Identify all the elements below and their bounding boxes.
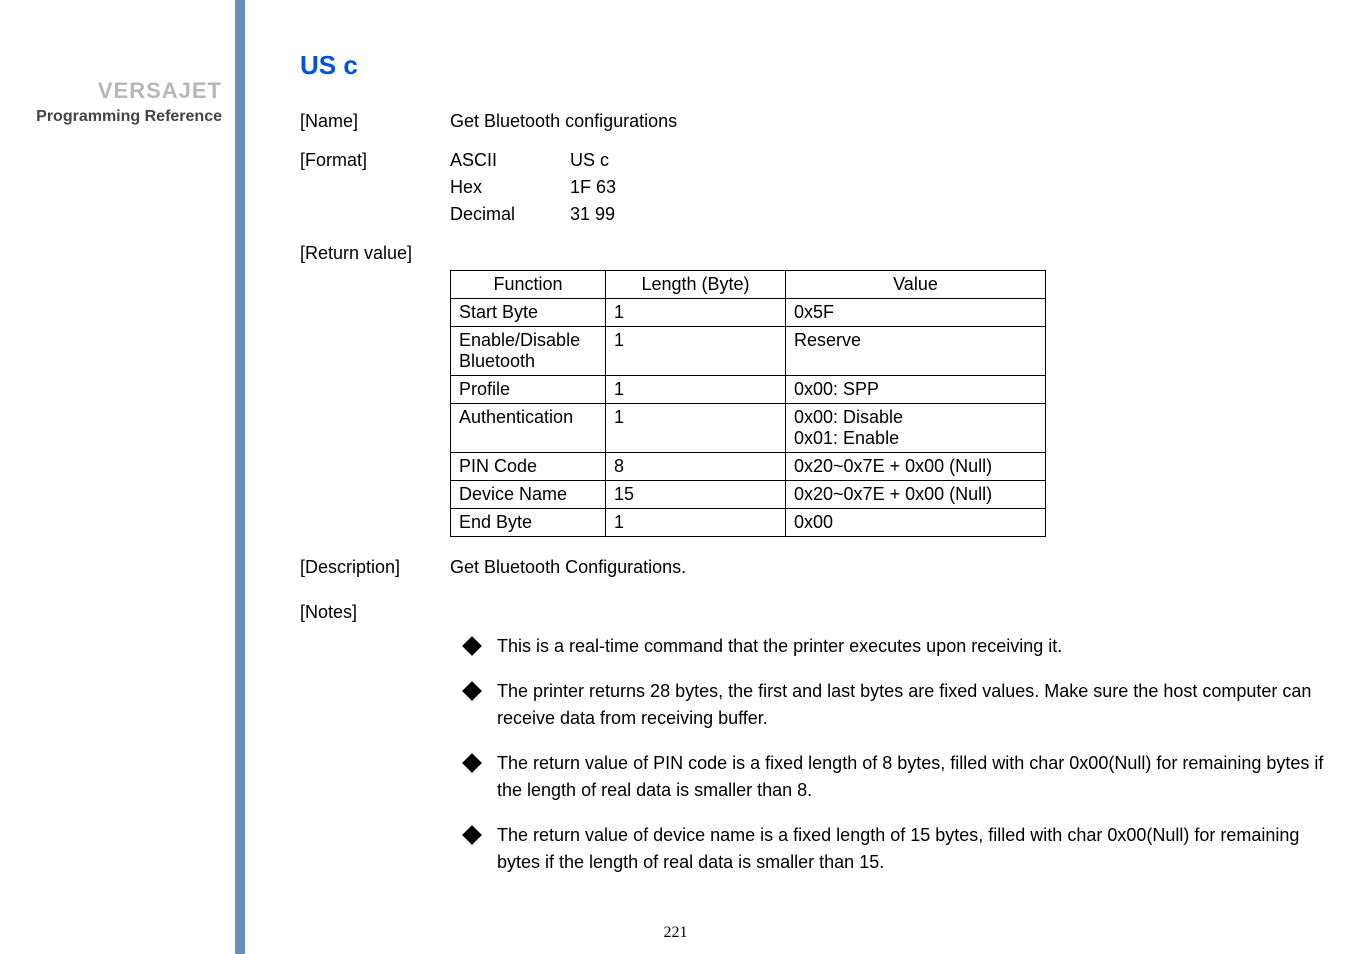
list-item: The return value of device name is a fix… [465,822,1330,876]
sidebar-stripe [235,0,245,954]
return-value-label-row: [Return value] [300,243,1330,264]
table-row: End Byte 1 0x00 [451,509,1046,537]
cell-func: Device Name [451,481,606,509]
return-value-label: [Return value] [300,243,450,264]
table-row: Authentication 1 0x00: Disable 0x01: Ena… [451,404,1046,453]
cell-val: 0x00 [786,509,1046,537]
description-row: [Description] Get Bluetooth Configuratio… [300,557,1330,578]
table-row: Device Name 15 0x20~0x7E + 0x00 (Null) [451,481,1046,509]
cell-len: 1 [606,376,786,404]
diamond-icon [462,753,482,773]
cell-val: 0x20~0x7E + 0x00 (Null) [786,481,1046,509]
format-val-0: US c [570,150,690,171]
cell-len: 1 [606,404,786,453]
notes-label: [Notes] [300,602,450,623]
format-label: [Format] [300,150,450,171]
name-label: [Name] [300,111,450,132]
cell-len: 1 [606,327,786,376]
list-item: This is a real-time command that the pri… [465,633,1330,660]
table-row: Enable/Disable Bluetooth 1 Reserve [451,327,1046,376]
format-key-2: Decimal [450,204,570,225]
command-title: US c [300,50,1330,81]
format-val-1: 1F 63 [570,177,690,198]
page-number: 221 [0,924,1351,942]
format-row-1: Hex 1F 63 [300,177,1330,198]
cell-val: Reserve [786,327,1046,376]
table-row: PIN Code 8 0x20~0x7E + 0x00 (Null) [451,453,1046,481]
description-label: [Description] [300,557,450,578]
cell-func: Start Byte [451,299,606,327]
return-value-table: Function Length (Byte) Value Start Byte … [450,270,1046,537]
cell-func: Enable/Disable Bluetooth [451,327,606,376]
th-function: Function [451,271,606,299]
diamond-icon [462,681,482,701]
cell-val: 0x00: Disable 0x01: Enable [786,404,1046,453]
diamond-icon [462,636,482,656]
notes-list: This is a real-time command that the pri… [465,633,1330,876]
table-row: Profile 1 0x00: SPP [451,376,1046,404]
cell-len: 8 [606,453,786,481]
name-value: Get Bluetooth configurations [450,111,677,132]
list-item: The printer returns 28 bytes, the first … [465,678,1330,732]
description-value: Get Bluetooth Configurations. [450,557,686,578]
sidebar-subtitle: Programming Reference [36,108,222,126]
cell-val: 0x5F [786,299,1046,327]
format-key-1: Hex [450,177,570,198]
main-content: US c [Name] Get Bluetooth configurations… [300,50,1330,894]
table-header: Function Length (Byte) Value [451,271,1046,299]
cell-func: Authentication [451,404,606,453]
table-row: Start Byte 1 0x5F [451,299,1046,327]
diamond-icon [462,825,482,845]
note-text: The return value of PIN code is a fixed … [497,750,1330,804]
format-val-2: 31 99 [570,204,690,225]
format-key-0: ASCII [450,150,570,171]
note-text: The printer returns 28 bytes, the first … [497,678,1330,732]
format-row-0: [Format] ASCII US c [300,150,1330,171]
cell-val: 0x20~0x7E + 0x00 (Null) [786,453,1046,481]
list-item: The return value of PIN code is a fixed … [465,750,1330,804]
cell-func: Profile [451,376,606,404]
cell-len: 15 [606,481,786,509]
cell-val: 0x00: SPP [786,376,1046,404]
note-text: The return value of device name is a fix… [497,822,1330,876]
brand-title: VERSAJET [98,78,222,104]
note-text: This is a real-time command that the pri… [497,633,1330,660]
cell-func: PIN Code [451,453,606,481]
cell-len: 1 [606,299,786,327]
cell-func: End Byte [451,509,606,537]
cell-len: 1 [606,509,786,537]
name-row: [Name] Get Bluetooth configurations [300,111,1330,132]
th-value: Value [786,271,1046,299]
format-row-2: Decimal 31 99 [300,204,1330,225]
th-length: Length (Byte) [606,271,786,299]
notes-label-row: [Notes] [300,602,1330,623]
sidebar: VERSAJET Programming Reference [0,0,240,954]
